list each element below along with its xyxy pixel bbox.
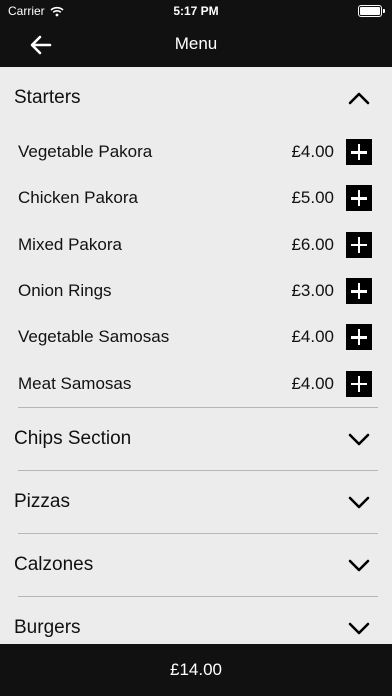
section-title: Calzones (14, 553, 94, 575)
section-header-starters[interactable]: Starters (0, 67, 392, 129)
item-name: Vegetable Pakora (18, 142, 153, 162)
menu-item-onion-rings: Onion Rings £3.00 (0, 268, 392, 314)
section-header-burgers[interactable]: Burgers (0, 597, 392, 644)
item-name: Meat Samosas (18, 373, 132, 393)
add-to-cart-button[interactable] (346, 324, 372, 351)
menu-item-mixed-pakora: Mixed Pakora £6.00 (0, 222, 392, 268)
item-name: Vegetable Samosas (18, 327, 170, 347)
item-price: £4.00 (291, 327, 334, 347)
section-title: Pizzas (14, 490, 70, 512)
section-title: Starters (14, 87, 81, 108)
section-header-chips[interactable]: Chips Section (0, 408, 392, 470)
add-to-cart-button[interactable] (346, 185, 372, 212)
item-price: £3.00 (291, 281, 334, 301)
status-bar: Carrier 5:17 PM (0, 0, 392, 22)
basket-total: £14.00 (170, 660, 222, 679)
item-name: Mixed Pakora (18, 234, 122, 254)
battery-icon (358, 5, 385, 17)
item-price: £4.00 (291, 373, 334, 393)
item-name: Chicken Pakora (18, 188, 139, 208)
menu-item-vegetable-pakora: Vegetable Pakora £4.00 (0, 129, 392, 175)
item-price: £4.00 (291, 142, 334, 162)
nav-bar: Menu (0, 22, 392, 67)
section-title: Burgers (14, 616, 81, 638)
chevron-down-icon (348, 496, 370, 509)
add-to-cart-button[interactable] (346, 231, 372, 258)
add-to-cart-button[interactable] (346, 370, 372, 397)
chevron-down-icon (348, 622, 370, 635)
section-header-pizzas[interactable]: Pizzas (0, 471, 392, 533)
section-header-calzones[interactable]: Calzones (0, 534, 392, 596)
add-to-cart-button[interactable] (346, 278, 372, 305)
basket-total-button[interactable]: £14.00 (0, 644, 392, 696)
menu-item-vegetable-samosas: Vegetable Samosas £4.00 (0, 314, 392, 360)
menu-item-chicken-pakora: Chicken Pakora £5.00 (0, 175, 392, 221)
section-title: Chips Section (14, 427, 132, 449)
menu-item-meat-samosas: Meat Samosas £4.00 (0, 360, 392, 406)
chevron-up-icon (348, 92, 370, 105)
item-name: Onion Rings (18, 281, 112, 301)
item-price: £6.00 (291, 234, 334, 254)
add-to-cart-button[interactable] (346, 139, 372, 166)
page-title: Menu (174, 34, 218, 53)
chevron-down-icon (348, 433, 370, 446)
item-price: £5.00 (291, 188, 334, 208)
status-time: 5:17 PM (173, 4, 219, 18)
menu-list[interactable]: Starters Vegetable Pakora £4.00 Chicken … (0, 67, 392, 644)
chevron-down-icon (348, 559, 370, 572)
